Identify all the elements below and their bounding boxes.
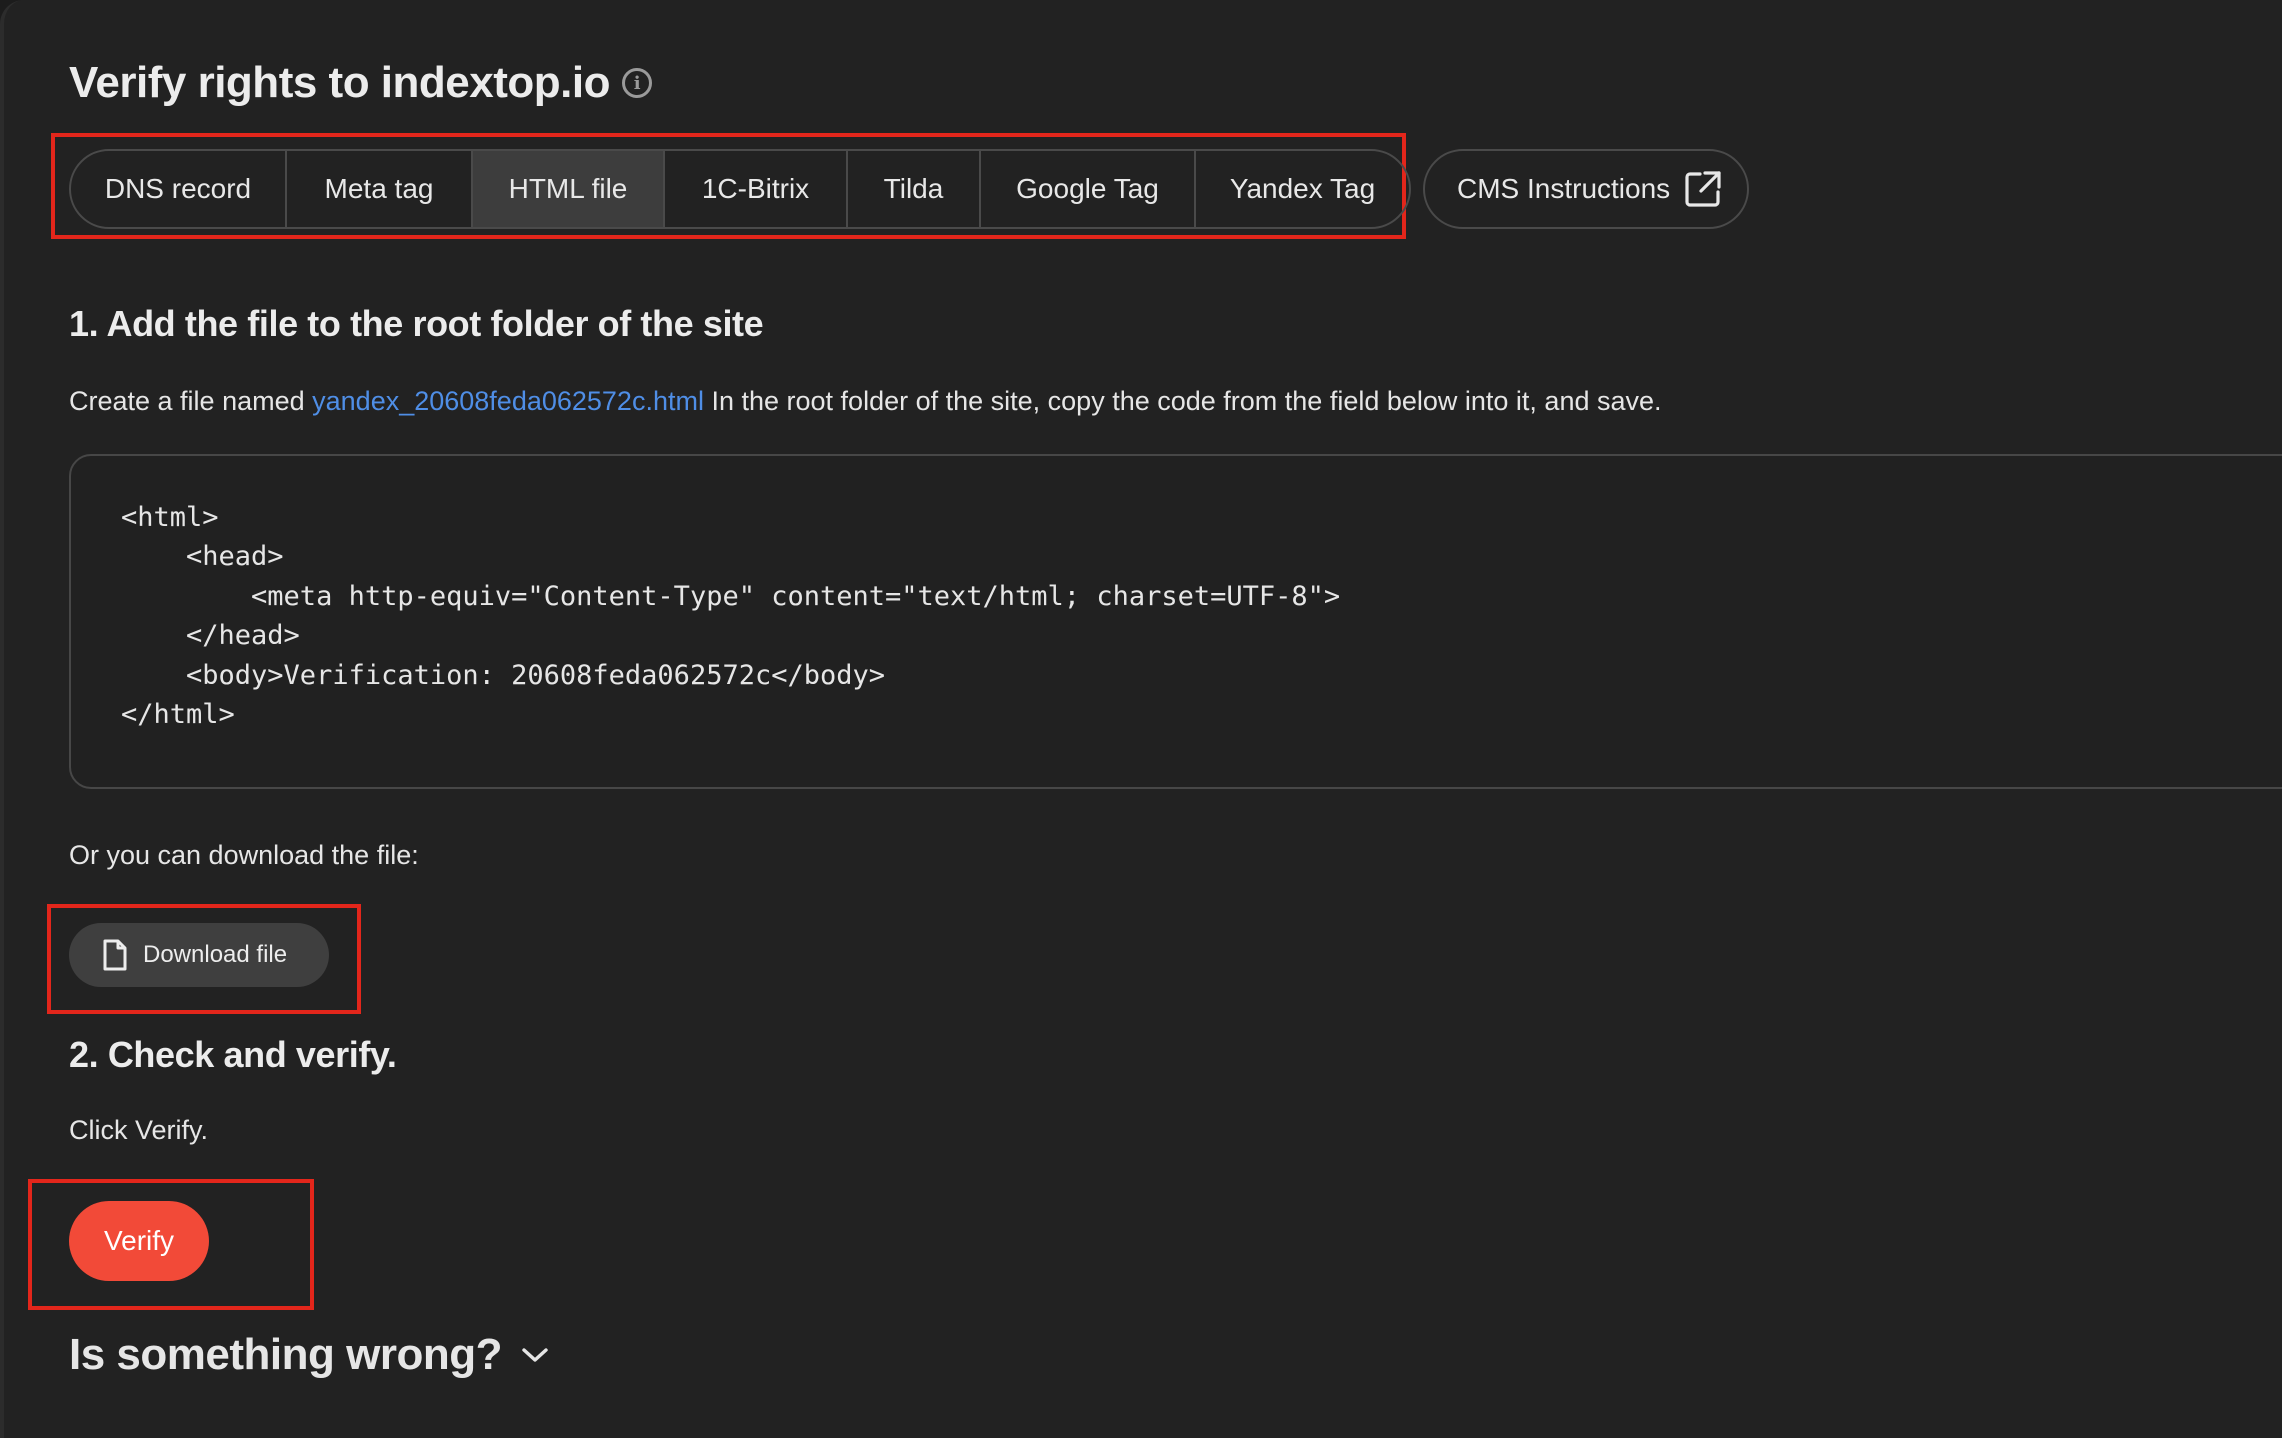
code-line: <html> <box>121 502 219 533</box>
step1-text-before: Create a file named <box>69 386 313 416</box>
cms-instructions-button[interactable]: CMS Instructions <box>1423 149 1749 229</box>
download-file-label: Download file <box>143 941 288 968</box>
download-prompt: Or you can download the file: <box>69 840 419 870</box>
step2-instructions: Click Verify. <box>69 1115 209 1145</box>
code-line: </head> <box>121 620 300 652</box>
verify-button[interactable]: Verify <box>69 1201 209 1281</box>
code-line: </html> <box>121 699 235 731</box>
troubleshoot-toggle[interactable]: Is something wrong? <box>69 1330 550 1380</box>
verify-label: Verify <box>103 1225 175 1256</box>
code-field[interactable]: <html> <head> <meta http-equiv="Content-… <box>69 454 2282 789</box>
tab-dns-record[interactable]: DNS record <box>71 151 287 227</box>
cms-instructions-label: CMS Instructions <box>1457 173 1671 204</box>
info-icon[interactable]: i <box>621 68 652 98</box>
step1-instructions: Create a file named yandex_20608feda0625… <box>69 386 1662 417</box>
step2-heading: 2. Check and verify. <box>69 1034 397 1075</box>
page-title-text: Verify rights to indextop.io <box>69 58 610 107</box>
file-icon <box>103 939 127 971</box>
tab-meta-tag[interactable]: Meta tag <box>287 151 473 227</box>
verification-panel: Verify rights to indextop.io i DNS recor… <box>0 0 2282 1438</box>
tab-tilda[interactable]: Tilda <box>848 151 981 227</box>
tab-html-file[interactable]: HTML file <box>473 151 665 227</box>
tab-google-tag[interactable]: Google Tag <box>981 151 1196 227</box>
tab-yandex-tag[interactable]: Yandex Tag <box>1196 151 1409 227</box>
method-tabs: DNS record Meta tag HTML file 1C-Bitrix … <box>69 149 1411 229</box>
file-name-link[interactable]: yandex_20608feda062572c.html <box>312 386 704 416</box>
code-content: <html> <head> <meta http-equiv="Content-… <box>121 498 1340 734</box>
page-title: Verify rights to indextop.io i <box>69 58 652 108</box>
troubleshoot-label: Is something wrong? <box>69 1330 502 1379</box>
tab-1c-bitrix[interactable]: 1C-Bitrix <box>665 151 848 227</box>
code-line: <head> <box>121 541 284 573</box>
step1-heading: 1. Add the file to the root folder of th… <box>69 303 764 344</box>
code-line: <meta http-equiv="Content-Type" content=… <box>121 580 1341 612</box>
code-line: <body>Verification: 20608feda062572c</bo… <box>121 659 886 691</box>
step1-text-after: In the root folder of the site, copy the… <box>703 386 1662 416</box>
external-link-icon <box>1685 171 1721 207</box>
download-file-button[interactable]: Download file <box>69 923 329 987</box>
chevron-down-icon <box>522 1348 548 1362</box>
